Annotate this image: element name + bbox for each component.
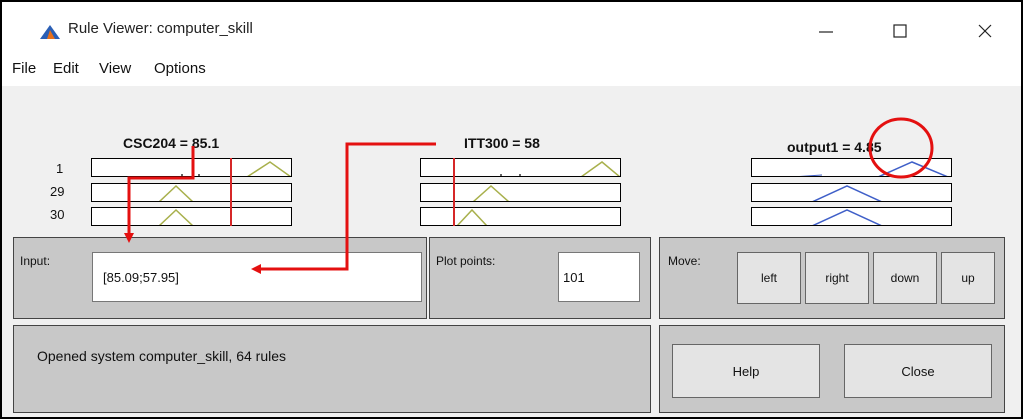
rule-29-itt300-mf[interactable] — [420, 183, 621, 202]
status-panel: Opened system computer_skill, 64 rules — [13, 325, 651, 413]
move-panel: Move: left right down up — [659, 237, 1005, 319]
itt300-input-cursor[interactable] — [453, 158, 455, 226]
membership-function-plot — [158, 208, 194, 225]
menu-options[interactable]: Options — [154, 60, 206, 77]
close-window-button[interactable] — [965, 14, 1005, 48]
membership-function-plot — [799, 161, 948, 176]
membership-function-plot — [181, 161, 291, 176]
plot-points-field[interactable]: 101 — [558, 252, 640, 302]
membership-function-plot — [812, 209, 882, 225]
membership-function-plot — [812, 185, 882, 201]
input-label: Input: — [20, 254, 51, 268]
plot-points-panel: Plot points: 101 — [429, 237, 651, 319]
rule-29-csc204-mf[interactable] — [91, 183, 292, 202]
rule-number: 30 — [50, 207, 65, 222]
input-field[interactable]: [85.09;57.95] — [92, 252, 422, 302]
rule-1-output1-mf — [751, 158, 952, 177]
rule-29-output1-mf — [751, 183, 952, 202]
close-button[interactable]: Close — [844, 344, 992, 398]
menu-bar: File Edit View Options — [2, 52, 1021, 86]
rule-30-itt300-mf[interactable] — [420, 207, 621, 226]
membership-function-plot — [158, 184, 194, 201]
status-message: Opened system computer_skill, 64 rules — [37, 348, 286, 364]
csc204-title: CSC204 = 85.1 — [123, 135, 220, 151]
title-bar: Rule Viewer: computer_skill — [2, 2, 1021, 52]
menu-edit[interactable]: Edit — [53, 60, 79, 77]
move-up-button[interactable]: up — [941, 252, 995, 304]
minimize-icon — [819, 31, 833, 33]
maximize-icon — [893, 24, 907, 38]
window-title: Rule Viewer: computer_skill — [68, 20, 253, 37]
rule-number: 29 — [50, 184, 65, 199]
membership-function-plot — [500, 161, 620, 176]
move-down-button[interactable]: down — [873, 252, 937, 304]
matlab-icon — [40, 25, 60, 39]
membership-function-plot — [456, 208, 488, 225]
output1-title: output1 = 4.85 — [787, 139, 882, 155]
rule-number: 1 — [56, 161, 64, 176]
move-right-button[interactable]: right — [805, 252, 869, 304]
move-left-button[interactable]: left — [737, 252, 801, 304]
minimize-button[interactable] — [806, 14, 846, 48]
rule-30-csc204-mf[interactable] — [91, 207, 292, 226]
close-icon — [978, 24, 992, 38]
move-label: Move: — [668, 254, 701, 268]
plot-points-label: Plot points: — [436, 254, 496, 268]
actions-panel: Help Close — [659, 325, 1005, 413]
input-panel: Input: [85.09;57.95] — [13, 237, 427, 319]
rule-viewer-window: Rule Viewer: computer_skill File Edit Vi… — [0, 0, 1023, 419]
rule-30-output1-mf — [751, 207, 952, 226]
rule-1-itt300-mf[interactable] — [420, 158, 621, 177]
rule-1-csc204-mf[interactable] — [91, 158, 292, 177]
menu-view[interactable]: View — [99, 60, 131, 77]
csc204-input-cursor[interactable] — [230, 158, 232, 226]
help-button[interactable]: Help — [672, 344, 820, 398]
membership-function-plot — [472, 184, 510, 201]
menu-file[interactable]: File — [12, 60, 36, 77]
rule-plot-area: CSC204 = 85.1 ITT300 = 58 output1 = 4.85… — [2, 86, 1021, 226]
itt300-title: ITT300 = 58 — [464, 135, 540, 151]
maximize-button[interactable] — [880, 14, 920, 48]
